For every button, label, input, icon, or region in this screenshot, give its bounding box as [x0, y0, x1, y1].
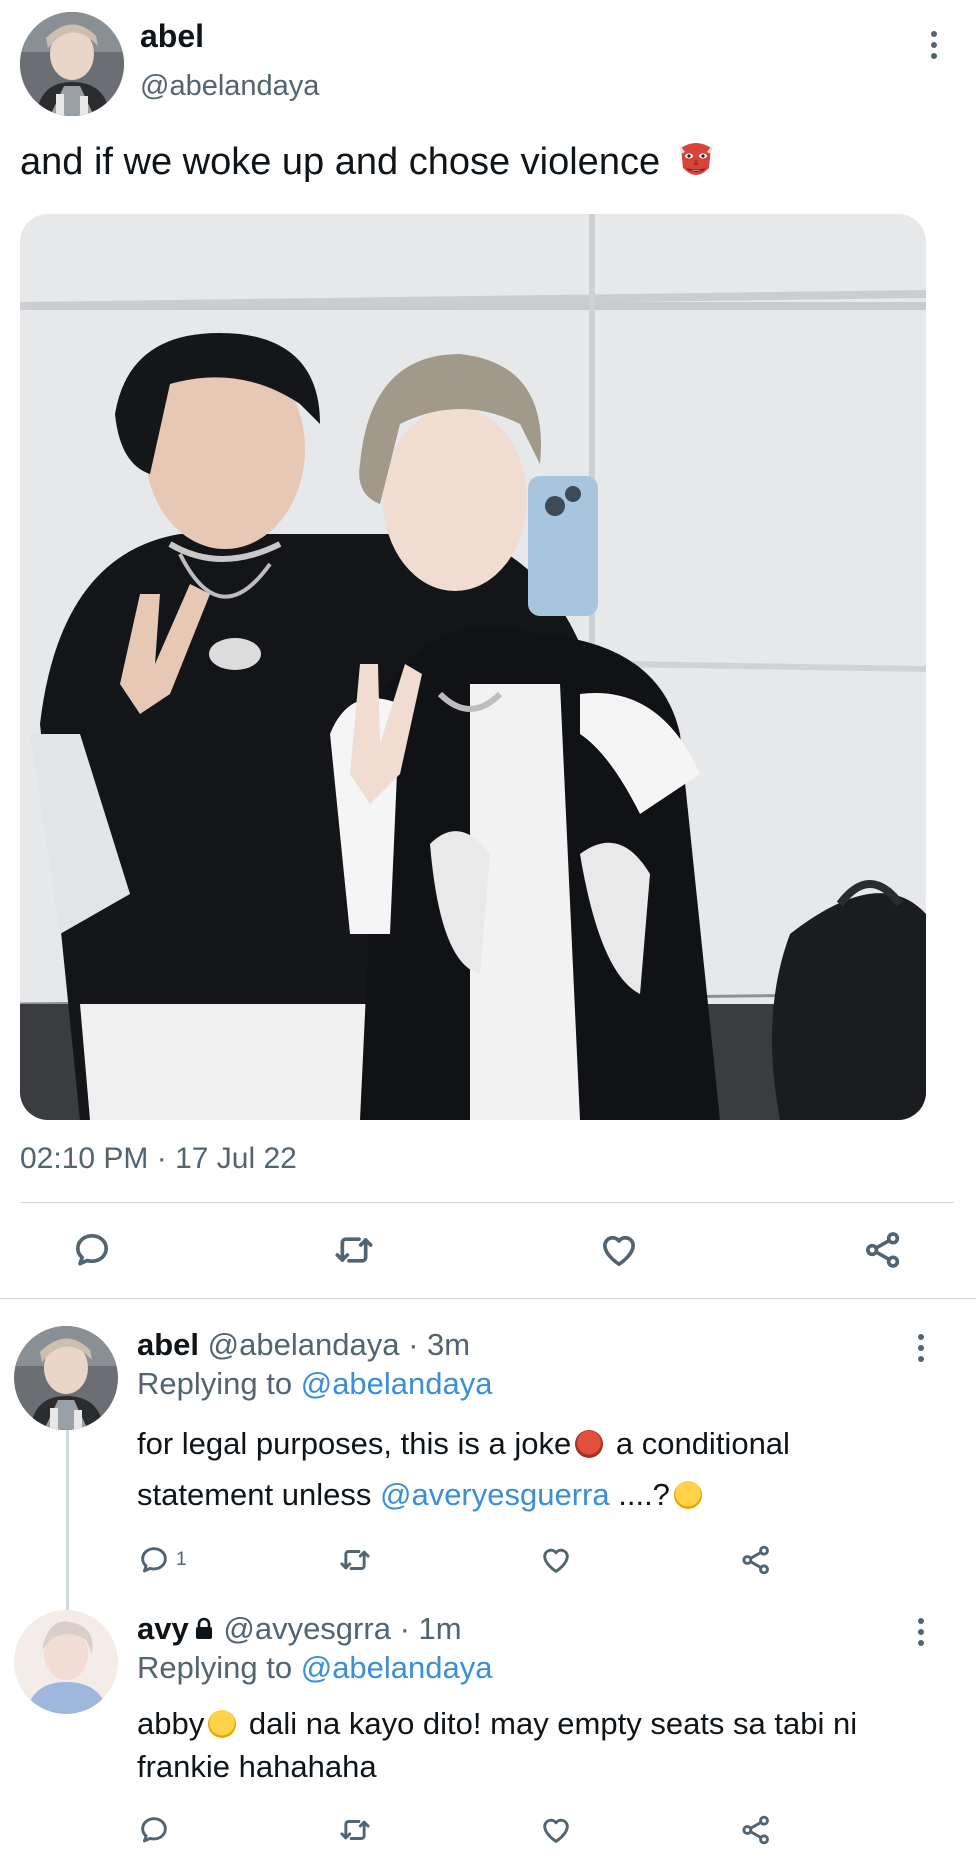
reply-reply-button[interactable]	[138, 1814, 170, 1846]
reply-age: 3m	[427, 1327, 471, 1362]
tweet-text-body: and if we woke up and chose violence	[20, 141, 661, 183]
reply-avatar[interactable]	[14, 1610, 118, 1714]
replying-to-link[interactable]: @abelandaya	[301, 1650, 493, 1685]
reply-header: avy @avyesgrra · 1m	[137, 1611, 462, 1647]
reply-count: 1	[176, 1549, 187, 1570]
divider	[0, 1298, 976, 1299]
replying-to: Replying to @abelandaya	[137, 1366, 493, 1402]
separator: ·	[399, 1327, 428, 1362]
speech-bubble-icon	[76, 1234, 108, 1266]
reply-like-button[interactable]	[540, 1814, 572, 1846]
reply-like-button[interactable]	[540, 1544, 572, 1576]
divider	[20, 1202, 954, 1203]
reply-header: abel @abelandaya · 3m	[137, 1327, 470, 1363]
reply-text-part: for legal purposes, this is a joke	[137, 1426, 572, 1461]
lock-icon	[195, 1617, 212, 1639]
reply-text-part: dali na kayo dito! may empty seats sa ta…	[137, 1706, 858, 1784]
tweet-timestamp: 02:10 PM · 17 Jul 22	[20, 1142, 297, 1175]
replying-label: Replying to	[137, 1650, 293, 1685]
reply-text: for legal purposes, this is a joke a con…	[137, 1418, 927, 1520]
share-icon	[742, 1545, 769, 1575]
reply-author-name[interactable]: avy	[137, 1611, 189, 1646]
reply-more-icon[interactable]	[918, 1334, 926, 1362]
ogre-emoji-icon	[575, 1430, 604, 1458]
reply-author-handle[interactable]: @abelandaya	[208, 1327, 400, 1362]
like-button[interactable]	[598, 1230, 640, 1270]
retweet-icon	[335, 1237, 373, 1263]
reply-button[interactable]	[72, 1230, 112, 1270]
heart-icon	[603, 1235, 635, 1266]
reply-share-button[interactable]	[740, 1814, 772, 1846]
retweet-icon	[340, 1550, 370, 1570]
reply-retweet-button[interactable]	[338, 1544, 372, 1576]
replying-to: Replying to @abelandaya	[137, 1650, 493, 1686]
mention-link[interactable]: @averyesguerra	[380, 1477, 610, 1512]
reply-author-handle[interactable]: @avyesgrra	[223, 1611, 391, 1646]
heart-icon	[543, 1548, 569, 1573]
share-icon	[866, 1232, 900, 1268]
replying-label: Replying to	[137, 1366, 293, 1401]
rolling-laughing-emoji-icon	[208, 1710, 237, 1738]
reply-author-name[interactable]: abel	[137, 1327, 199, 1362]
reply-more-icon[interactable]	[918, 1618, 926, 1646]
reply-age: 1m	[418, 1611, 462, 1646]
retweet-icon	[340, 1820, 370, 1840]
share-button[interactable]	[862, 1230, 904, 1270]
reply-text-part: abby	[137, 1706, 205, 1741]
goblin-emoji-icon	[678, 143, 713, 175]
speech-bubble-icon	[141, 1547, 167, 1573]
reply-share-button[interactable]	[740, 1544, 772, 1576]
speech-bubble-icon	[141, 1817, 167, 1843]
author-handle[interactable]: @abelandaya	[140, 70, 319, 103]
reply-reply-button[interactable]: 1	[138, 1544, 187, 1576]
reply-text: abby dali na kayo dito! may empty seats …	[137, 1702, 927, 1788]
heart-icon	[543, 1818, 569, 1843]
reply-avatar[interactable]	[14, 1326, 118, 1430]
tweet-photo[interactable]	[20, 214, 926, 1120]
retweet-button[interactable]	[332, 1230, 376, 1270]
reply-text-part: ....?	[618, 1477, 670, 1512]
tweet-text: and if we woke up and chose violence	[20, 138, 715, 184]
reply-retweet-button[interactable]	[338, 1814, 372, 1846]
more-options-icon[interactable]	[931, 31, 939, 59]
fearful-face-emoji-icon	[673, 1481, 702, 1509]
thread-line	[66, 1430, 69, 1610]
author-name[interactable]: abel	[140, 18, 204, 55]
share-icon	[742, 1815, 769, 1845]
separator: ·	[390, 1611, 419, 1646]
author-avatar[interactable]	[20, 12, 124, 116]
replying-to-link[interactable]: @abelandaya	[301, 1366, 493, 1401]
